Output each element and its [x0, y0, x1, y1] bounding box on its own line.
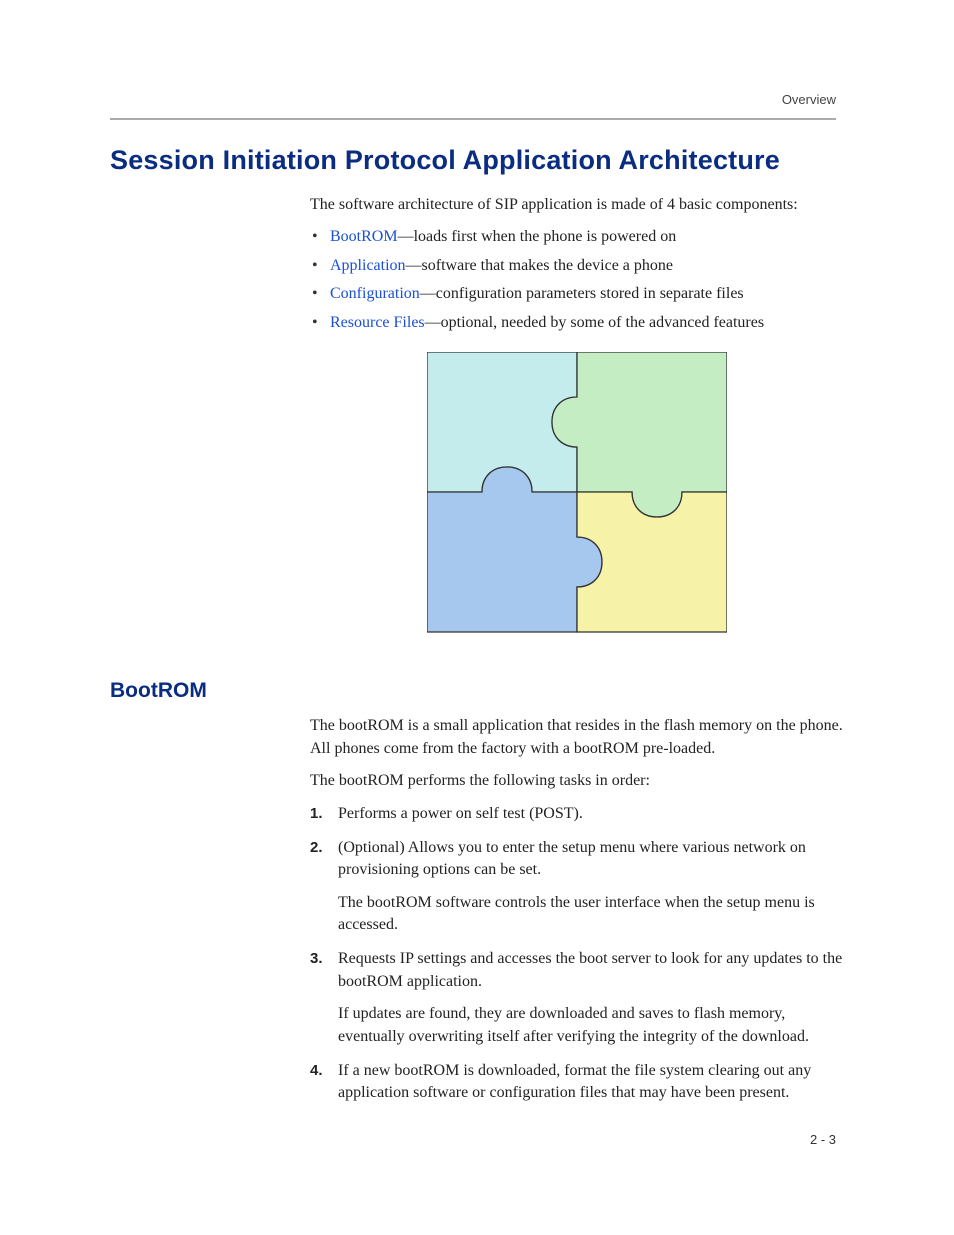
bootrom-body: The bootROM is a small application that … — [310, 715, 844, 1104]
list-item-desc: —configuration parameters stored in sepa… — [420, 285, 744, 302]
running-header: Overview — [782, 92, 836, 107]
section-heading-bootrom: BootROM — [110, 679, 844, 703]
list-item: Configuration—configuration parameters s… — [310, 283, 844, 305]
step-text: Requests IP settings and accesses the bo… — [338, 950, 842, 989]
list-item-desc: —loads first when the phone is powered o… — [398, 228, 677, 245]
step-item: (Optional) Allows you to enter the setup… — [310, 837, 844, 937]
list-item: BootROM—loads first when the phone is po… — [310, 226, 844, 248]
body-column: The software architecture of SIP applica… — [310, 194, 844, 649]
step-text: Performs a power on self test (POST). — [338, 805, 583, 822]
step-item: Performs a power on self test (POST). — [310, 803, 844, 825]
header-rule — [110, 118, 836, 120]
link-bootrom[interactable]: BootROM — [330, 228, 398, 245]
step-subtext: If updates are found, they are downloade… — [338, 1003, 844, 1048]
bootrom-paragraph: The bootROM is a small application that … — [310, 715, 844, 760]
page-title: Session Initiation Protocol Application … — [110, 145, 844, 176]
intro-paragraph: The software architecture of SIP applica… — [310, 194, 844, 216]
bootrom-steps: Performs a power on self test (POST). (O… — [310, 803, 844, 1105]
link-resource-files[interactable]: Resource Files — [330, 314, 425, 331]
component-list: BootROM—loads first when the phone is po… — [310, 226, 844, 334]
link-application[interactable]: Application — [330, 257, 406, 274]
document-page: Overview Session Initiation Protocol App… — [0, 0, 954, 1235]
list-item: Resource Files—optional, needed by some … — [310, 312, 844, 334]
step-item: If a new bootROM is downloaded, format t… — [310, 1060, 844, 1105]
list-item: Application—software that makes the devi… — [310, 255, 844, 277]
step-text: (Optional) Allows you to enter the setup… — [338, 839, 806, 878]
link-configuration[interactable]: Configuration — [330, 285, 420, 302]
puzzle-diagram — [427, 352, 727, 642]
bootrom-paragraph: The bootROM performs the following tasks… — [310, 770, 844, 792]
step-subtext: The bootROM software controls the user i… — [338, 892, 844, 937]
page-number: 2 - 3 — [810, 1132, 836, 1147]
architecture-figure — [310, 352, 844, 649]
step-item: Requests IP settings and accesses the bo… — [310, 948, 844, 1048]
step-text: If a new bootROM is downloaded, format t… — [338, 1062, 811, 1101]
puzzle-piece-bl — [427, 467, 602, 632]
list-item-desc: —software that makes the device a phone — [406, 257, 673, 274]
list-item-desc: —optional, needed by some of the advance… — [425, 314, 764, 331]
